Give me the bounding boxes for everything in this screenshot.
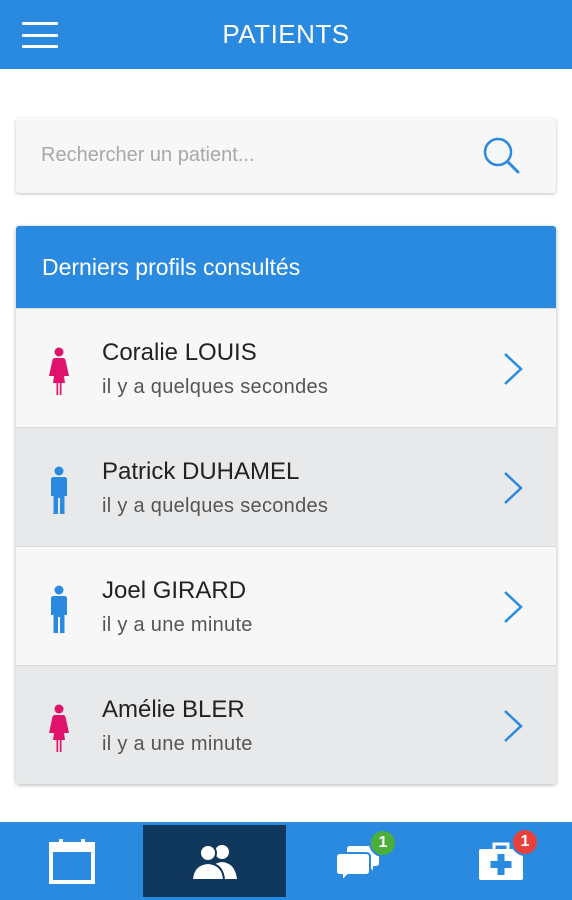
hamburger-menu-icon[interactable] [22,22,58,48]
tab-patients[interactable] [143,825,286,897]
recent-profiles-card: Derniers profils consultés Coralie LOUIS… [16,226,556,784]
patient-name: Patrick DUHAMEL [102,458,300,485]
recent-profiles-title: Derniers profils consultés [16,226,556,308]
female-icon [49,347,69,395]
search-bar [16,118,556,193]
calendar-icon [48,839,95,884]
top-app-bar: PATIENTS [0,0,572,69]
messages-badge: 1 [369,829,397,857]
female-icon [49,704,69,752]
search-icon[interactable] [482,136,522,176]
male-icon [51,585,67,633]
patient-last-viewed: il y a une minute [102,614,253,636]
tab-medical[interactable]: 1 [429,822,572,900]
medical-badge: 1 [511,828,539,856]
tab-messages[interactable]: 1 [286,822,429,900]
patient-row[interactable]: Amélie BLER il y a une minute [16,665,556,784]
chevron-right-icon [504,353,523,385]
chevron-right-icon [504,710,523,742]
patient-name: Amélie BLER [102,696,245,723]
patient-name: Coralie LOUIS [102,339,257,366]
tab-calendar[interactable] [0,822,143,900]
chevron-right-icon [504,591,523,623]
page-title: PATIENTS [222,19,350,49]
patient-row[interactable]: Coralie LOUIS il y a quelques secondes [16,308,556,427]
patient-last-viewed: il y a quelques secondes [102,495,329,517]
patients-icon [190,844,237,881]
search-input[interactable] [41,144,461,167]
patient-last-viewed: il y a quelques secondes [102,376,329,398]
chevron-right-icon [504,472,523,504]
patient-row[interactable]: Joel GIRARD il y a une minute [16,546,556,665]
patient-last-viewed: il y a une minute [102,733,253,755]
patient-name: Joel GIRARD [102,577,247,604]
patient-row[interactable]: Patrick DUHAMEL il y a quelques secondes [16,427,556,546]
bottom-navigation: 1 1 [0,822,572,900]
male-icon [51,466,67,514]
